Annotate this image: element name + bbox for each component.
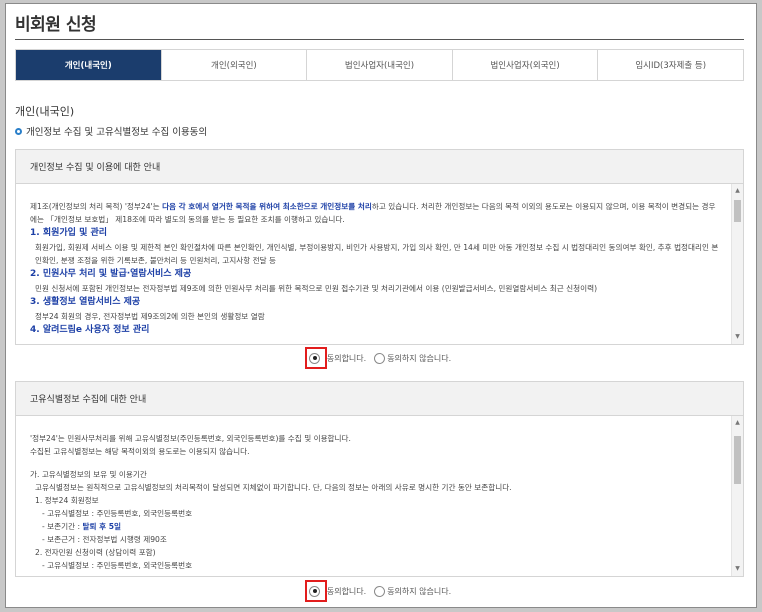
tab-temporary-id[interactable]: 임시ID(3자제출 등): [597, 50, 743, 80]
consent-subheading: 개인정보 수집 및 고유식별정보 수집 이용동의: [15, 124, 207, 138]
privacy-item2-title: 2. 민원사무 처리 및 발급·열람서비스 제공: [30, 269, 192, 279]
tab-individual-domestic[interactable]: 개인(내국인): [16, 50, 161, 80]
unique-line7: - 보존기간 : 탈퇴 후 5일: [30, 520, 719, 533]
unique-id-agree-highlight: [304, 580, 327, 602]
unique-id-disagree-radio[interactable]: [374, 585, 386, 597]
unique-line7-emphasis: 탈퇴 후 5일: [82, 522, 122, 531]
privacy-info-box: 개인정보 수집 및 이용에 대한 안내 제1조(개인정보의 처리 목적) '정부…: [15, 149, 744, 345]
privacy-disagree-label[interactable]: 동의하지 않습니다.: [387, 353, 451, 364]
unique-id-disagree-label[interactable]: 동의하지 않습니다.: [387, 586, 451, 597]
scroll-up-icon[interactable]: ▲: [732, 418, 743, 428]
bullet-ring-icon: [15, 127, 22, 135]
unique-id-scroll-thumb[interactable]: [734, 436, 741, 484]
privacy-item1-text: 회원가입, 회원제 서비스 이용 및 제한적 본인 확인절차에 따른 본인확인,…: [35, 243, 719, 265]
unique-id-scrollbar[interactable]: ▲ ▼: [731, 416, 743, 576]
unique-id-consent-row: 동의합니다. 동의하지 않습니다.: [6, 580, 756, 602]
privacy-agree-highlight: [304, 347, 327, 369]
scroll-down-icon[interactable]: ▼: [732, 564, 743, 574]
unique-line7-text: - 보존기간 :: [42, 522, 83, 531]
unique-id-info-box: 고유식별정보 수집에 대한 안내 '정부24'는 민원사무처리를 위해 고유식별…: [15, 381, 744, 577]
scroll-down-icon[interactable]: ▼: [732, 332, 743, 342]
privacy-item3-text: 정부24 회원의 경우, 전자정부법 제9조의2에 의한 본인의 생활정보 열람: [35, 312, 265, 321]
unique-id-agree-radio[interactable]: [309, 585, 321, 597]
tab-individual-foreign[interactable]: 개인(외국인): [160, 50, 307, 80]
privacy-agree-label[interactable]: 동의합니다.: [327, 353, 366, 364]
privacy-item1-title: 1. 회원가입 및 관리: [30, 228, 108, 238]
section-heading: 개인(내국인): [15, 105, 75, 118]
title-divider: [15, 39, 744, 40]
scroll-up-icon[interactable]: ▲: [732, 186, 743, 196]
privacy-disagree-radio[interactable]: [374, 352, 386, 364]
unique-line3: 가. 고유식별정보의 보유 및 이용기간: [30, 470, 147, 479]
unique-id-box-title: 고유식별정보 수집에 대한 안내: [16, 382, 743, 416]
privacy-agree-radio[interactable]: [309, 352, 321, 364]
unique-id-box-content[interactable]: '정부24'는 민원사무처리를 위해 고유식별정보(주민등록번호, 외국인등록번…: [16, 416, 731, 576]
unique-line9: 2. 전자민원 신청이력 (상담이력 포함): [35, 548, 156, 557]
privacy-item2-text: 민원 신청서에 포함된 개인정보는 전자정부법 제9조에 의한 민원사무 처리를…: [35, 284, 598, 293]
page-title: 비회원 신청: [15, 15, 97, 35]
privacy-intro: 제1조(개인정보의 처리 목적) '정부24'는 다음 각 호에서 열거한 목적…: [30, 200, 719, 226]
unique-line2: 수집된 고유식별정보는 해당 목적이외의 용도로는 이용되지 않습니다.: [30, 447, 250, 456]
unique-line10: - 고유식별정보 : 주민등록번호, 외국인등록번호: [42, 561, 193, 570]
member-type-tabs: 개인(내국인) 개인(외국인) 법인사업자(내국인) 법인사업자(외국인) 임시…: [15, 49, 744, 81]
page-frame: 비회원 신청 개인(내국인) 개인(외국인) 법인사업자(내국인) 법인사업자(…: [5, 3, 757, 608]
privacy-intro-text-a: 제1조(개인정보의 처리 목적) '정부24'는: [30, 202, 163, 211]
unique-id-agree-label[interactable]: 동의합니다.: [327, 586, 366, 597]
unique-line5: 1. 정부24 회원정보: [35, 496, 99, 505]
privacy-box-content[interactable]: 제1조(개인정보의 처리 목적) '정부24'는 다음 각 호에서 열거한 목적…: [16, 184, 731, 344]
unique-line4: 고유식별정보는 원칙적으로 고유식별정보의 처리목적이 달성되면 지체없이 파기…: [35, 483, 512, 492]
tab-corporate-domestic[interactable]: 법인사업자(내국인): [306, 50, 452, 80]
privacy-item3-title: 3. 생활정보 열람서비스 제공: [30, 297, 141, 307]
privacy-intro-emphasis: 다음 각 호에서 열거한 목적을 위하여 최소한으로 개인정보를 처리: [162, 202, 372, 211]
privacy-item4-title: 4. 알려드림e 사용자 정보 관리: [30, 325, 150, 335]
consent-subheading-label: 개인정보 수집 및 고유식별정보 수집 이용동의: [26, 127, 208, 138]
tab-corporate-foreign[interactable]: 법인사업자(외국인): [451, 50, 598, 80]
unique-line6: - 고유식별정보 : 주민등록번호, 외국인등록번호: [42, 509, 193, 518]
privacy-consent-row: 동의합니다. 동의하지 않습니다.: [6, 347, 756, 369]
privacy-box-title: 개인정보 수집 및 이용에 대한 안내: [16, 150, 743, 184]
unique-line1: '정부24'는 민원사무처리를 위해 고유식별정보(주민등록번호, 외국인등록번…: [30, 434, 351, 443]
unique-line8: - 보존근거 : 전자정부법 시행령 제90조: [42, 535, 167, 544]
privacy-scrollbar[interactable]: ▲ ▼: [731, 184, 743, 344]
privacy-scroll-thumb[interactable]: [734, 200, 741, 222]
